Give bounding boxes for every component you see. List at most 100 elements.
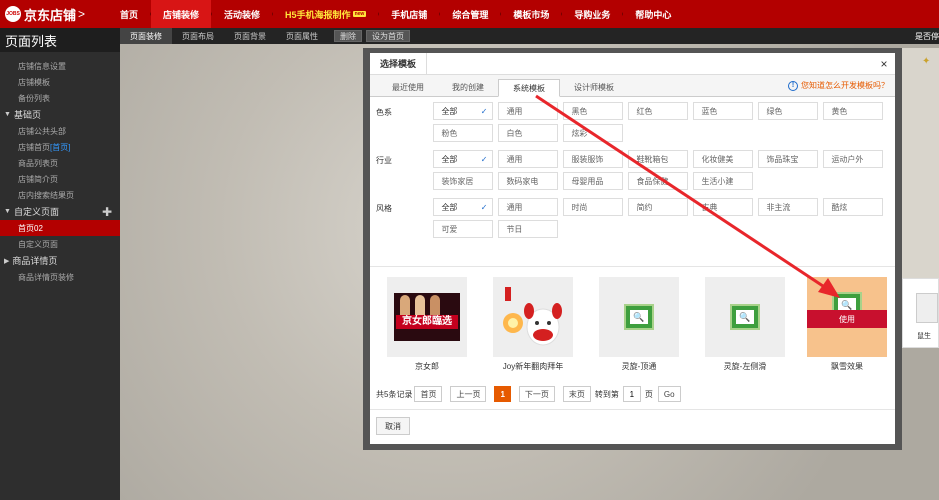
sidebar-item-store-info[interactable]: 店铺信息设置 bbox=[0, 58, 120, 74]
template-source-tabs: 最近使用 我的创建 系统模板 设计师模板 ! 您知道怎么开发模板吗？ bbox=[370, 75, 895, 97]
first-page-button[interactable]: 首页 bbox=[414, 386, 443, 402]
template-card[interactable]: 🔍 灵旋-顶通 bbox=[599, 277, 679, 372]
template-grid: 京女郎臨选 京女郎 Joy新年翻肉拜年 🔍 灵旋-顶通 🔍 灵旋-左侧滑 🔍 使… bbox=[370, 266, 895, 371]
tab-my-created[interactable]: 我的创建 bbox=[438, 78, 498, 96]
filter-option[interactable]: 食品保健 bbox=[628, 172, 689, 190]
tab-page-decoration[interactable]: 页面装修 bbox=[120, 28, 172, 44]
check-icon: ✓ bbox=[480, 154, 488, 164]
sidebar-group-custom[interactable]: ▼ 自定义页面 ✚ bbox=[0, 203, 120, 220]
template-name: 灵旋-顶通 bbox=[621, 362, 657, 371]
filter-option[interactable]: 黑色 bbox=[563, 102, 624, 120]
use-template-button[interactable]: 使用 bbox=[807, 310, 887, 328]
filter-option-all[interactable]: 全部 ✓ bbox=[433, 102, 494, 120]
add-page-icon[interactable]: ✚ bbox=[102, 205, 112, 219]
right-template-card[interactable]: 鼠生 bbox=[902, 278, 939, 348]
brand[interactable]: JOBS 京东店铺 > bbox=[0, 0, 108, 28]
sidebar-item-custom-page[interactable]: 自定义页面 bbox=[0, 236, 120, 252]
topnav-store-decoration[interactable]: 店铺装修 bbox=[151, 0, 212, 28]
set-as-home-button[interactable]: 设为首页 bbox=[366, 30, 410, 42]
filter-option[interactable]: 饰品珠宝 bbox=[758, 150, 819, 168]
filter-option[interactable]: 红色 bbox=[628, 102, 689, 120]
sidebar-item-store-intro[interactable]: 店铺简介页 bbox=[0, 171, 120, 187]
sidebar-item-backup-list[interactable]: 备份列表 bbox=[0, 90, 120, 106]
filter-option[interactable]: 数码家电 bbox=[498, 172, 559, 190]
prev-page-button[interactable]: 上一页 bbox=[450, 386, 487, 402]
template-name: 飘雪效果 bbox=[831, 362, 863, 371]
sidebar-item-home02[interactable]: 首页02 bbox=[0, 220, 120, 236]
filter-option[interactable]: 绿色 bbox=[758, 102, 819, 120]
tab-page-layout[interactable]: 页面布局 bbox=[172, 28, 224, 44]
sidebar-item-store-home[interactable]: 店铺首页 [首页] bbox=[0, 139, 120, 155]
sidebar-group-product-detail[interactable]: ▶ 商品详情页 bbox=[0, 252, 120, 269]
template-filters: 色系 全部 ✓ 通用 黑色 红色 蓝色 绿色 黄色 粉色 白色 炫彩 行业 全部… bbox=[370, 97, 895, 242]
cancel-button[interactable]: 取消 bbox=[376, 417, 410, 435]
filter-option[interactable]: 通用 bbox=[498, 102, 559, 120]
topnav-shopping-guide[interactable]: 导购业务 bbox=[562, 0, 622, 28]
right-panel-strip bbox=[902, 48, 939, 278]
filter-option[interactable]: 可爱 bbox=[433, 220, 494, 238]
filter-option[interactable]: 鞋靴箱包 bbox=[628, 150, 689, 168]
tab-system-templates[interactable]: 系统模板 bbox=[498, 79, 560, 97]
goto-page-input[interactable] bbox=[622, 386, 641, 402]
close-icon[interactable]: × bbox=[873, 53, 895, 75]
filter-option-all[interactable]: 全部 ✓ bbox=[433, 198, 494, 216]
tab-recent[interactable]: 最近使用 bbox=[378, 78, 438, 96]
filter-option[interactable]: 简约 bbox=[628, 198, 689, 216]
filter-option[interactable]: 粉色 bbox=[433, 124, 494, 142]
filter-option[interactable]: 服装服饰 bbox=[563, 150, 624, 168]
filter-option[interactable]: 酷炫 bbox=[823, 198, 884, 216]
sidebar-item-store-template[interactable]: 店铺模板 bbox=[0, 74, 120, 90]
filter-option[interactable]: 母婴用品 bbox=[563, 172, 624, 190]
template-card[interactable]: 京女郎臨选 京女郎 bbox=[387, 277, 467, 372]
filter-option[interactable]: 通用 bbox=[498, 198, 559, 216]
filter-option[interactable]: 非主流 bbox=[758, 198, 819, 216]
template-card[interactable]: Joy新年翻肉拜年 bbox=[493, 277, 573, 372]
filter-option[interactable]: 蓝色 bbox=[693, 102, 754, 120]
topnav-home[interactable]: 首页 bbox=[108, 0, 150, 28]
sidebar-group-label: 基础页 bbox=[13, 110, 41, 120]
topnav-activity-decoration[interactable]: 活动装修 bbox=[212, 0, 272, 28]
page-list-sidebar: 页面列表 店铺信息设置 店铺模板 备份列表 ▼ 基础页 店铺公共头部 店铺首页 … bbox=[0, 28, 120, 500]
filter-option[interactable]: 白色 bbox=[498, 124, 559, 142]
topnav-mobile-store[interactable]: 手机店铺 bbox=[379, 0, 439, 28]
sidebar-item-product-detail-decoration[interactable]: 商品详情页装修 bbox=[0, 269, 120, 285]
sidebar-group-basic[interactable]: ▼ 基础页 bbox=[0, 106, 120, 123]
template-card[interactable]: 🔍 灵旋-左侧滑 bbox=[705, 277, 785, 372]
top-navbar: JOBS 京东店铺 > 首页 店铺装修 活动装修 H5手机海报制作 new 手机… bbox=[0, 0, 939, 28]
tabs-right-text[interactable]: 是否停 bbox=[915, 28, 939, 44]
filter-option[interactable]: 装饰家居 bbox=[433, 172, 494, 190]
tab-designer-templates[interactable]: 设计师模板 bbox=[560, 78, 628, 96]
tab-page-background[interactable]: 页面背景 bbox=[224, 28, 276, 44]
topnav-template-market[interactable]: 模板市场 bbox=[501, 0, 561, 28]
topnav-h5-poster[interactable]: H5手机海报制作 new bbox=[273, 0, 378, 28]
filter-option[interactable]: 时尚 bbox=[563, 198, 624, 216]
joy-dog-image bbox=[503, 287, 562, 346]
dialog-body: 选择模板 × 最近使用 我的创建 系统模板 设计师模板 ! 您知道怎么开发模板吗… bbox=[370, 52, 895, 444]
sidebar-item-common-header[interactable]: 店铺公共头部 bbox=[0, 123, 120, 139]
filter-option[interactable]: 化妆健美 bbox=[693, 150, 754, 168]
filter-option[interactable]: 生活小建 bbox=[693, 172, 754, 190]
filter-option-all[interactable]: 全部 ✓ bbox=[433, 150, 494, 168]
last-page-button[interactable]: 末页 bbox=[562, 386, 591, 402]
pagination: 共5条记录 首页 上一页 1 下一页 末页 转到第 页 Go bbox=[376, 386, 681, 402]
template-help-link[interactable]: ! 您知道怎么开发模板吗？ bbox=[788, 80, 889, 91]
filter-option[interactable]: 黄色 bbox=[823, 102, 884, 120]
topnav-management[interactable]: 综合管理 bbox=[440, 0, 500, 28]
template-card-hovered[interactable]: 🔍 使用 飘雪效果 bbox=[807, 277, 887, 372]
tab-page-properties[interactable]: 页面属性 bbox=[276, 28, 328, 44]
filter-option[interactable]: 古典 bbox=[693, 198, 754, 216]
delete-button[interactable]: 删除 bbox=[334, 30, 362, 42]
check-icon: ✓ bbox=[480, 106, 488, 116]
filter-option[interactable]: 通用 bbox=[498, 150, 559, 168]
filter-option[interactable]: 节日 bbox=[498, 220, 559, 238]
topnav-help-center[interactable]: 帮助中心 bbox=[623, 0, 683, 28]
go-button[interactable]: Go bbox=[657, 386, 681, 402]
template-name: 鼠生 bbox=[917, 333, 931, 340]
sidebar-item-product-list[interactable]: 商品列表页 bbox=[0, 155, 120, 171]
page-1-button[interactable]: 1 bbox=[494, 386, 511, 402]
filter-option[interactable]: 炫彩 bbox=[563, 124, 624, 142]
filter-option[interactable]: 运动户外 bbox=[823, 150, 884, 168]
next-page-button[interactable]: 下一页 bbox=[518, 386, 555, 402]
sidebar-item-search-results[interactable]: 店内搜索结果页 bbox=[0, 187, 120, 203]
magnifier-icon: 🔍 bbox=[630, 310, 648, 324]
